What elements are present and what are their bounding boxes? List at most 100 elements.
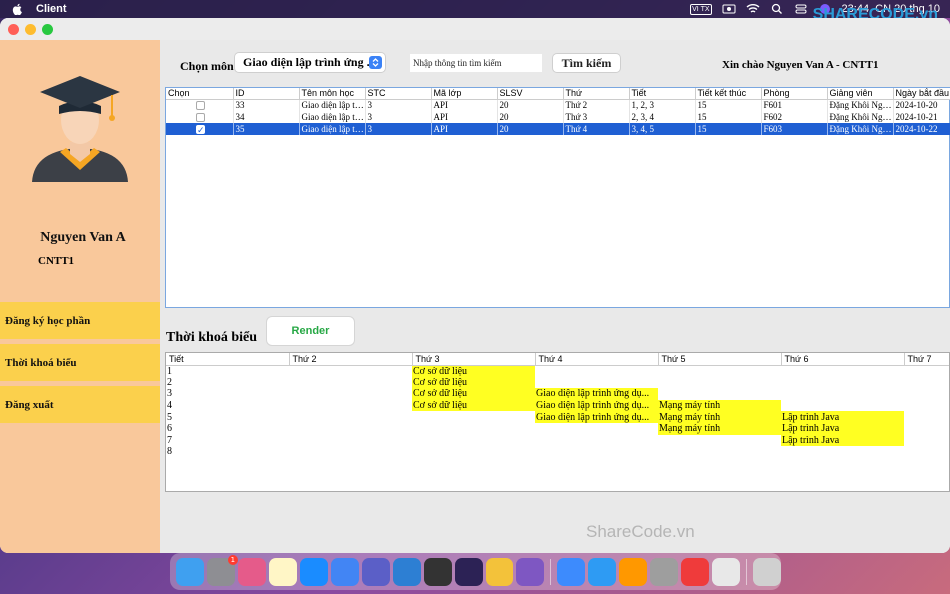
nav-course-registration[interactable]: Đăng ký học phần — [0, 302, 160, 339]
course-col-header[interactable]: Phòng — [761, 88, 828, 100]
course-checkbox[interactable]: ✓ — [196, 125, 205, 135]
schedule-col-header: Thứ 2 — [289, 353, 413, 366]
course-cell: 2024-10-20 — [893, 99, 950, 111]
schedule-cell — [658, 365, 781, 377]
course-col-header[interactable]: Thứ — [563, 88, 630, 100]
close-window-icon[interactable] — [8, 23, 19, 35]
safari-icon[interactable] — [588, 557, 617, 586]
control-center-icon[interactable] — [794, 3, 808, 15]
notes-icon[interactable] — [268, 557, 297, 586]
course-col-header[interactable]: Tiết kết thúc — [695, 88, 762, 100]
search-button[interactable]: Tìm kiếm — [553, 54, 620, 72]
search-input[interactable] — [410, 54, 542, 72]
app-name[interactable]: Client — [36, 3, 67, 15]
sublime-icon[interactable] — [619, 557, 648, 586]
period-cell: 2 — [167, 376, 172, 388]
wifi-icon[interactable] — [746, 3, 760, 15]
schedule-cell — [904, 435, 949, 447]
course-col-header[interactable]: Mã lớp — [431, 88, 498, 100]
user-name: Nguyen Van A — [40, 230, 126, 245]
schedule-row: 2 Cơ sở dữ liệu — [166, 376, 949, 389]
course-row[interactable]: ✓ 35 Giao diện lập tri... 3 API 20 Thứ 4 3, 4, … — [166, 123, 950, 135]
schedule-cell — [289, 400, 412, 412]
course-row[interactable]: 34 Giao diện lập tri... 3 API 20 Thứ 3 2, 3, 4… — [166, 111, 950, 123]
nav-logout[interactable]: Đăng xuất — [0, 386, 160, 423]
subject-selected-value: Giao diện lập trình ứng ... — [243, 55, 376, 69]
schedule-cell: Lập trình Java — [781, 422, 904, 435]
course-col-header[interactable]: ID — [233, 88, 300, 100]
launchpad-icon[interactable] — [237, 557, 266, 586]
schedule-cell: Mạng máy tính — [658, 411, 781, 423]
graduate-avatar-icon — [32, 76, 128, 182]
appstore-icon[interactable] — [299, 557, 328, 586]
course-row[interactable]: 33 Giao diện lập tri... 3 API 20 Thứ 2 1, 2, 3… — [166, 99, 950, 111]
course-cell: 2024-10-22 — [893, 123, 950, 135]
schedule-cell — [904, 446, 949, 458]
schedule-cell — [412, 435, 535, 447]
settings-icon[interactable]: 1 — [206, 554, 238, 586]
schedule-cell: Lập trình Java — [781, 411, 904, 423]
screen-record-icon[interactable] — [722, 3, 736, 15]
render-button[interactable]: Render — [267, 317, 354, 345]
anydesk-icon[interactable] — [681, 557, 710, 586]
subject-select[interactable]: Giao diện lập trình ứng ... — [235, 53, 385, 72]
period-cell: 7 — [167, 434, 172, 446]
course-select-cell[interactable] — [166, 99, 234, 111]
schedule-title: Thời khoá biểu — [166, 330, 258, 345]
course-cell: Giao diện lập tri... — [299, 123, 366, 135]
subject-label: Chọn môn — [180, 59, 234, 73]
course-col-header[interactable]: Chọn — [166, 88, 234, 100]
eclipse-icon[interactable] — [454, 557, 483, 586]
course-col-header[interactable]: Tên môn học — [299, 88, 366, 100]
java-icon[interactable] — [712, 557, 741, 586]
course-col-header[interactable]: STC — [365, 88, 432, 100]
course-cell: 15 — [695, 111, 762, 123]
course-col-header[interactable]: SLSV — [497, 88, 564, 100]
apple-icon[interactable] — [12, 3, 24, 15]
menu-bar: Client VI TX 23:44, CN 20 thg 10 — [0, 0, 950, 18]
course-checkbox[interactable] — [196, 101, 205, 111]
course-col-header[interactable]: Ngày bắt đầu — [893, 88, 950, 100]
mail-icon[interactable] — [557, 557, 586, 586]
schedule-col-header: Tiết — [166, 353, 290, 366]
chrome-canary-icon[interactable] — [485, 557, 514, 586]
course-col-header[interactable]: Tiết — [629, 88, 696, 100]
course-cell: 15 — [695, 123, 762, 135]
course-cell: Giao diện lập tri... — [299, 111, 366, 123]
sharecode-watermark-bottom: ShareCode.vn — [586, 522, 695, 541]
minimize-window-icon[interactable] — [25, 23, 36, 35]
course-checkbox[interactable] — [196, 113, 205, 123]
course-select-cell[interactable] — [166, 111, 234, 123]
schedule-cell — [658, 435, 781, 447]
nav-timetable[interactable]: Thời khoá biểu — [0, 344, 160, 381]
system-prefs-icon[interactable] — [650, 557, 679, 586]
schedule-cell — [289, 423, 412, 435]
terminal-icon[interactable] — [423, 557, 452, 586]
app-window: Nguyen Van A CNTT1 Đăng ký học phần Thời… — [0, 18, 950, 553]
trash-icon[interactable] — [753, 557, 782, 586]
course-cell: 33 — [233, 99, 300, 111]
schedule-col-header: Thứ 4 — [535, 353, 659, 366]
visual-studio-icon[interactable] — [516, 557, 545, 586]
zoom-window-icon[interactable] — [42, 23, 53, 35]
input-source-badge[interactable]: VI TX — [690, 3, 712, 15]
course-select-cell[interactable]: ✓ — [166, 123, 234, 135]
course-cell: Đặng Khôi Ngu... — [827, 123, 894, 135]
schedule-cell: Lập trình Java — [781, 434, 904, 447]
teams-icon[interactable] — [361, 557, 390, 586]
course-cell: Giao diện lập tri... — [299, 99, 366, 111]
schedule-cell — [904, 377, 949, 389]
schedule-col-header: Thứ 6 — [781, 353, 905, 366]
vscode-icon[interactable] — [392, 557, 421, 586]
chrome-icon[interactable] — [330, 557, 359, 586]
period-cell: 5 — [167, 411, 172, 423]
search-icon[interactable] — [770, 3, 784, 15]
course-cell: API — [431, 123, 498, 135]
schedule-cell — [658, 388, 781, 400]
course-cell: Đặng Khôi Ngu... — [827, 111, 894, 123]
schedule-cell — [781, 365, 904, 377]
finder-icon[interactable] — [176, 557, 204, 586]
course-col-header[interactable]: Giảng viên — [827, 88, 894, 100]
course-cell: 15 — [695, 99, 762, 111]
schedule-table: Tiết Thứ 2 Thứ 3 Thứ 4 Thứ 5 Thứ 6 Thứ 7 1 Cơ s… — [165, 352, 950, 492]
